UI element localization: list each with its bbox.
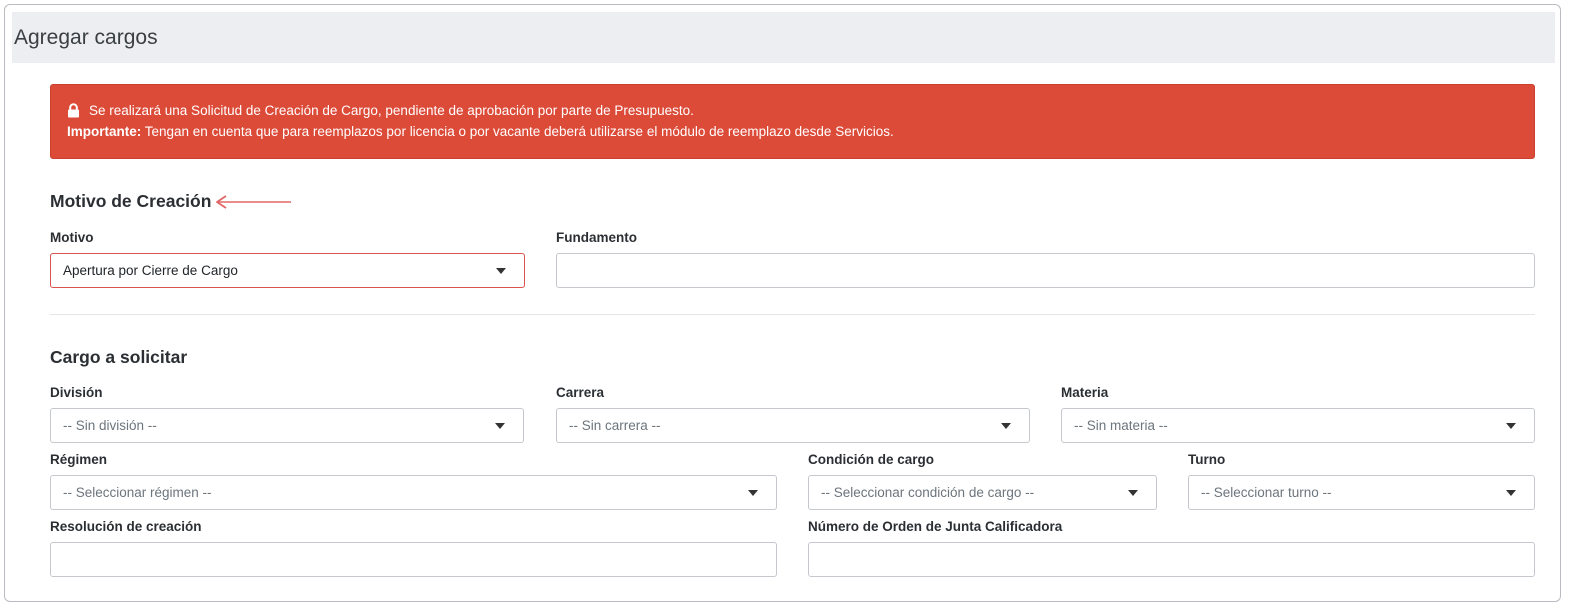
division-select[interactable]: -- Sin división -- — [50, 408, 524, 443]
materia-select-value: -- Sin materia -- — [1074, 418, 1168, 433]
alert-important-text: Tengan en cuenta que para reemplazos por… — [141, 124, 894, 139]
motivo-select[interactable]: Apertura por Cierre de Cargo — [50, 253, 525, 288]
fundamento-input[interactable] — [556, 253, 1535, 288]
turno-select-value: -- Seleccionar turno -- — [1201, 485, 1332, 500]
arrow-left-icon — [216, 195, 291, 209]
resolucion-label: Resolución de creación — [50, 519, 202, 534]
section-divider — [50, 314, 1535, 315]
numero-orden-label: Número de Orden de Junta Calificadora — [808, 519, 1063, 534]
carrera-label: Carrera — [556, 385, 605, 400]
chevron-down-icon — [748, 490, 758, 496]
condicion-select[interactable]: -- Seleccionar condición de cargo -- — [808, 475, 1157, 510]
lock-icon — [68, 103, 79, 118]
chevron-down-icon — [1128, 490, 1138, 496]
alert-line-2: Importante: Tengan en cuenta que para re… — [67, 124, 894, 139]
page-title: Agregar cargos — [14, 26, 158, 49]
card-header: Agregar cargos — [12, 12, 1555, 63]
motivo-label: Motivo — [50, 230, 94, 245]
carrera-select[interactable]: -- Sin carrera -- — [556, 408, 1030, 443]
numero-orden-input[interactable] — [808, 542, 1535, 577]
info-alert: Se realizará una Solicitud de Creación d… — [50, 84, 1535, 159]
division-select-value: -- Sin división -- — [63, 418, 157, 433]
turno-select[interactable]: -- Seleccionar turno -- — [1188, 475, 1535, 510]
fundamento-label: Fundamento — [556, 230, 637, 245]
carrera-select-value: -- Sin carrera -- — [569, 418, 661, 433]
regimen-label: Régimen — [50, 452, 108, 467]
turno-label: Turno — [1188, 452, 1226, 467]
chevron-down-icon — [496, 268, 506, 274]
chevron-down-icon — [1506, 423, 1516, 429]
regimen-select-value: -- Seleccionar régimen -- — [63, 485, 212, 500]
resolucion-input[interactable] — [50, 542, 777, 577]
materia-label: Materia — [1061, 385, 1109, 400]
chevron-down-icon — [495, 423, 505, 429]
chevron-down-icon — [1001, 423, 1011, 429]
chevron-down-icon — [1506, 490, 1516, 496]
motivo-select-value: Apertura por Cierre de Cargo — [63, 263, 238, 278]
condicion-label: Condición de cargo — [808, 452, 935, 467]
regimen-select[interactable]: -- Seleccionar régimen -- — [50, 475, 777, 510]
alert-important-label: Importante: — [67, 124, 142, 139]
section-title-motivo: Motivo de Creación — [50, 191, 212, 211]
materia-select[interactable]: -- Sin materia -- — [1061, 408, 1535, 443]
condicion-select-value: -- Seleccionar condición de cargo -- — [821, 485, 1035, 500]
section-title-cargo: Cargo a solicitar — [50, 347, 188, 367]
alert-line-1: Se realizará una Solicitud de Creación d… — [67, 103, 694, 118]
alert-text: Se realizará una Solicitud de Creación d… — [89, 103, 694, 118]
division-label: División — [50, 385, 103, 400]
